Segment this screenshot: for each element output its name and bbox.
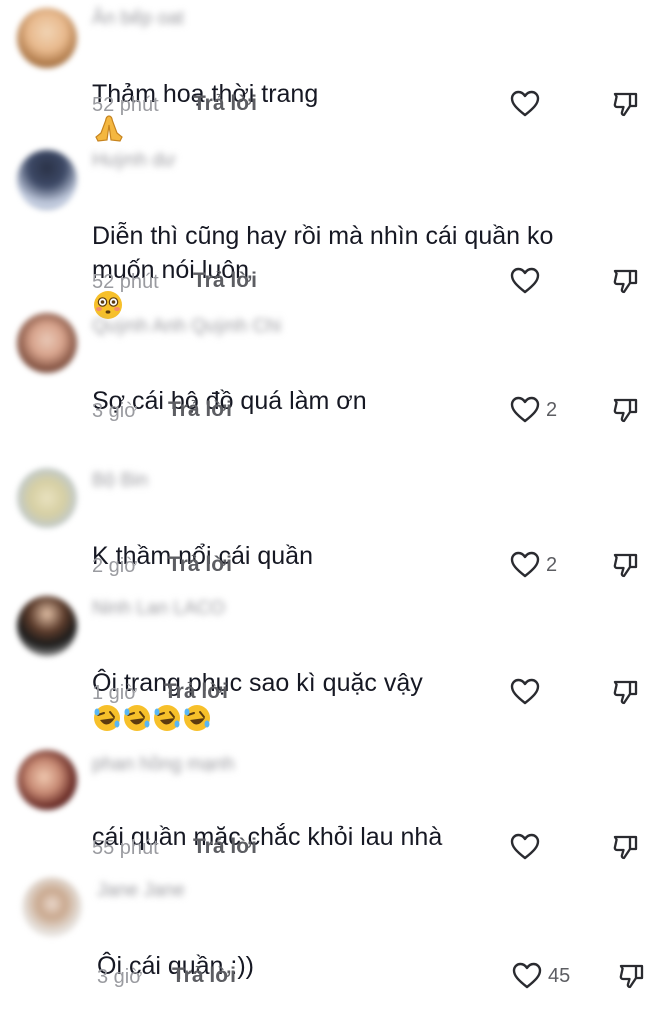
avatar[interactable] [17, 596, 77, 656]
comment-username[interactable]: Bộ Bin [92, 470, 148, 492]
comment-username[interactable]: Jane Jane [97, 880, 185, 902]
like-button[interactable] [510, 833, 546, 861]
comment-time: 2 giờ [92, 555, 138, 577]
heart-outline-icon [510, 551, 540, 579]
dislike-button[interactable] [612, 90, 640, 123]
thumbs-down-icon [612, 267, 640, 295]
rolling-on-floor-laughing-emoji [182, 703, 212, 733]
like-count: 2 [546, 398, 558, 421]
thumbs-down-icon [618, 962, 646, 990]
thumbs-down-icon [612, 551, 640, 579]
avatar[interactable] [22, 877, 82, 937]
like-button[interactable] [510, 90, 546, 118]
rolling-on-floor-laughing-emoji [92, 703, 122, 733]
reply-button[interactable]: Trả lời [168, 398, 232, 422]
dislike-button[interactable] [612, 396, 640, 429]
like-button[interactable]: 45 [512, 962, 570, 990]
reply-button[interactable]: Trả lời [193, 835, 257, 859]
rolling-on-floor-laughing-emoji [152, 703, 182, 733]
comment-username[interactable]: phan hồng mạnh [92, 754, 235, 776]
like-button[interactable]: 2 [510, 396, 557, 424]
comment-username[interactable]: Quỳnh Anh Quỳnh Chi [92, 316, 281, 338]
heart-outline-icon [512, 962, 542, 990]
comment-username[interactable]: Ninh Lan LACO [92, 598, 225, 620]
dislike-button[interactable] [612, 267, 640, 300]
reply-button[interactable]: Trả lời [193, 92, 257, 116]
folded-hands-emoji [95, 115, 123, 143]
reply-button[interactable]: Trả lời [193, 269, 257, 293]
like-button[interactable] [510, 267, 546, 295]
like-button[interactable]: 2 [510, 551, 557, 579]
comment-text: Diễn thì cũng hay rồi mà nhìn cái quần k… [92, 185, 612, 321]
dislike-button[interactable] [612, 551, 640, 584]
avatar[interactable] [17, 468, 77, 528]
avatar[interactable] [17, 313, 77, 373]
avatar[interactable] [17, 750, 77, 810]
comment-time: 1 giờ [92, 682, 138, 704]
reply-button[interactable]: Trả lời [172, 964, 236, 988]
like-count: 2 [546, 553, 558, 576]
dislike-button[interactable] [612, 678, 640, 711]
dislike-button[interactable] [618, 962, 646, 995]
thumbs-down-icon [612, 833, 640, 861]
thumbs-down-icon [612, 396, 640, 424]
heart-outline-icon [510, 833, 540, 861]
heart-outline-icon [510, 678, 540, 706]
heart-outline-icon [510, 396, 540, 424]
comment-time: 52 phút [92, 94, 159, 116]
avatar[interactable] [17, 150, 77, 210]
comment-time: 55 phút [92, 837, 159, 859]
comment-username[interactable]: Ân bếp oat [92, 8, 184, 30]
reply-button[interactable]: Trả lời [168, 553, 232, 577]
comment-username[interactable]: Huỳnh dư [92, 150, 176, 172]
like-button[interactable] [510, 678, 546, 706]
comment-time: 3 giờ [97, 966, 143, 988]
heart-outline-icon [510, 90, 540, 118]
thumbs-down-icon [612, 90, 640, 118]
rolling-on-floor-laughing-emoji [122, 703, 152, 733]
comment-time: 52 phút [92, 271, 159, 293]
like-count: 45 [548, 964, 571, 987]
dislike-button[interactable] [612, 833, 640, 866]
comment-time: 3 giờ [92, 400, 138, 422]
reply-button[interactable]: Trả lời [164, 680, 228, 704]
avatar[interactable] [17, 8, 77, 68]
thumbs-down-icon [612, 678, 640, 706]
heart-outline-icon [510, 267, 540, 295]
